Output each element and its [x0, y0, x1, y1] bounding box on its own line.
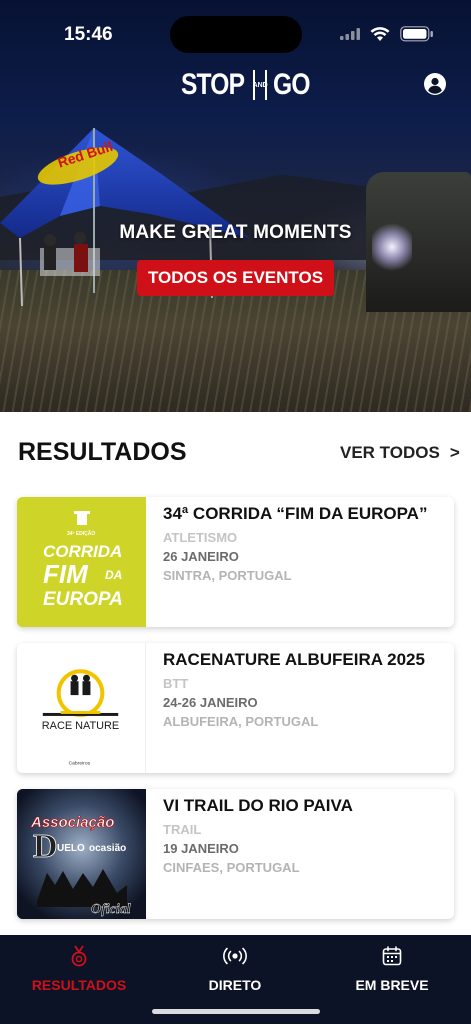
tab-em-breve[interactable]: EM BREVE [332, 945, 452, 993]
tab-resultados-label: RESULTADOS [31, 977, 127, 993]
logo-oficial: Oficial [91, 902, 131, 917]
logo-fim: FIM [43, 559, 89, 589]
event-name: 34ª CORRIDA “FIM DA EUROPA” [163, 504, 428, 523]
logo-sponsor-text: Cabreiros [69, 761, 91, 767]
broadcast-icon [223, 947, 247, 965]
dynamic-island [170, 16, 302, 53]
logo-race-nature-text: RACE NATURE [42, 720, 119, 732]
home-indicator[interactable] [152, 1009, 320, 1014]
status-time: 15:46 [64, 24, 113, 45]
event-location: ALBUFEIRA, PORTUGAL [163, 714, 319, 729]
event-info: RACENATURE ALBUFEIRA 2025 BTT 24-26 JANE… [163, 649, 446, 730]
status-icons [340, 24, 434, 44]
all-events-button[interactable]: TODOS OS EVENTOS [137, 260, 334, 296]
event-location: SINTRA, PORTUGAL [163, 568, 292, 583]
status-bar: 15:46 [0, 0, 471, 60]
results-title: RESULTADOS [18, 438, 187, 466]
logo-and: AND [252, 70, 268, 100]
tab-em-breve-label: EM BREVE [355, 977, 429, 993]
logo-edition: 34ª EDIÇÃO [67, 530, 95, 537]
event-card-racenature-albufeira[interactable]: RACE NATURE Cabreiros RACENATURE ALBUFEI… [17, 643, 454, 773]
logo-europa: EUROPA [43, 589, 123, 610]
event-info: 34ª CORRIDA “FIM DA EUROPA” ATLETISMO 26… [163, 503, 446, 584]
cellular-signal-icon [340, 28, 360, 40]
corrida-fim-da-europa-logo: 34ª EDIÇÃO CORRIDA FIM DA EUROPA [17, 497, 146, 627]
logo-uelo: UELO [57, 843, 85, 854]
event-category: ATLETISMO [163, 530, 238, 545]
event-date: 26 JANEIRO [163, 549, 239, 564]
see-all-link[interactable]: VER TODOS > [340, 443, 460, 463]
event-card-corrida-fim-da-europa[interactable]: 34ª EDIÇÃO CORRIDA FIM DA EUROPA 34ª COR… [17, 497, 454, 627]
event-date: 19 JANEIRO [163, 841, 239, 856]
see-all-label: VER TODOS [340, 443, 440, 462]
event-name: VI TRAIL DO RIO PAIVA [163, 796, 353, 815]
event-name: RACENATURE ALBUFEIRA 2025 [163, 650, 425, 669]
stop-and-go-logo: STOP AND GO [174, 68, 314, 102]
battery-icon [400, 26, 433, 42]
event-card-trail-rio-paiva[interactable]: Associação D UELO ocasião Oficial VI TRA… [17, 789, 454, 919]
logo-and-text: AND [252, 81, 268, 89]
hero-tagline: MAKE GREAT MOMENTS [119, 222, 352, 243]
duelo-ocasiao-logo: Associação D UELO ocasião Oficial [17, 789, 146, 919]
event-info: VI TRAIL DO RIO PAIVA TRAIL 19 JANEIRO C… [163, 795, 446, 876]
event-category: TRAIL [163, 822, 202, 837]
profile-icon[interactable] [423, 72, 447, 96]
tab-direto-label: DIRETO [208, 977, 262, 993]
wifi-icon [370, 26, 390, 41]
tab-direto[interactable]: DIRETO [175, 945, 295, 993]
medal-icon [71, 945, 87, 967]
logo-go: GO [273, 68, 310, 101]
event-location: CINFAES, PORTUGAL [163, 860, 300, 875]
logo-stop: STOP [180, 68, 245, 101]
hero-banner: Red Bull 15:46 STOP AND GO MAKE GREAT MO… [0, 0, 471, 412]
event-date: 24-26 JANEIRO [163, 695, 258, 710]
event-category: BTT [163, 676, 189, 691]
logo-da: DA [105, 568, 122, 582]
svg-text:D: D [33, 828, 58, 865]
logo-ocasiao: ocasião [89, 843, 126, 854]
chevron-right-icon: > [449, 443, 460, 462]
race-nature-logo: RACE NATURE Cabreiros [17, 643, 146, 773]
tab-resultados[interactable]: RESULTADOS [19, 945, 139, 993]
calendar-icon [382, 946, 402, 966]
